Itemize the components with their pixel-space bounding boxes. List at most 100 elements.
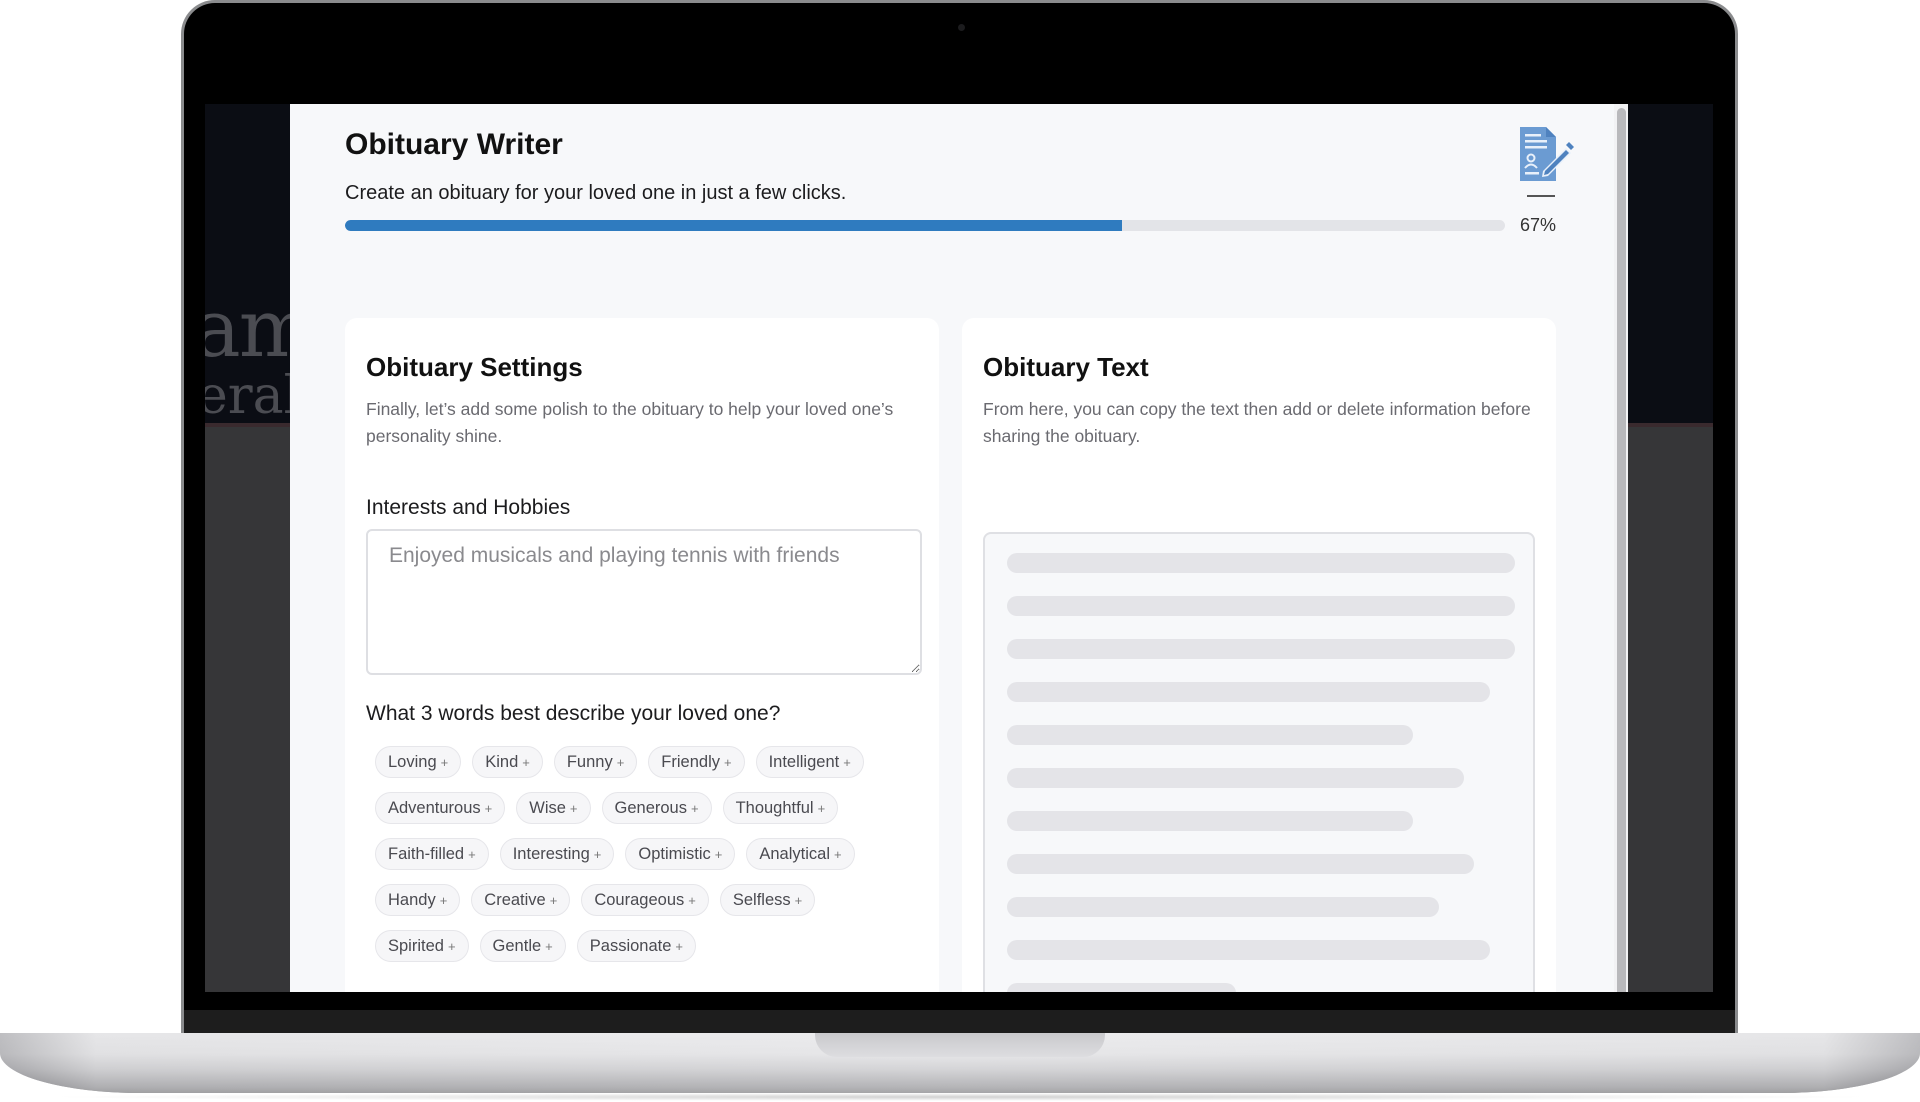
skeleton-line [1007,553,1515,573]
skeleton-line [1007,725,1413,745]
word-chip-funny[interactable]: Funny + [553,746,638,778]
skeleton-line [1007,596,1515,616]
skeleton-line [1007,897,1439,917]
word-chip-row: Handy + Creative + Courageous + Selfless + [375,884,915,916]
chip-label: Intelligent [768,752,840,771]
plus-icon: + [484,800,493,816]
plus-icon: + [616,754,625,770]
chip-label: Selfless [732,890,791,909]
hero-subtext-partial: eral [205,366,301,426]
progress-percent: 67% [1520,215,1557,235]
plus-icon: + [569,800,578,816]
plus-icon: + [440,754,449,770]
scrollbar-thumb[interactable] [1617,108,1626,992]
plus-icon: + [549,892,558,908]
chip-label: Thoughtful [735,798,814,817]
laptop-hinge [184,1010,1735,1034]
plus-icon: + [714,846,723,862]
word-chip-row: Faith-filled + Interesting + Optimistic + Anal… [375,838,915,870]
plus-icon: + [723,754,732,770]
icon-divider [1527,195,1555,197]
laptop-shadow [40,1093,1880,1101]
chip-label: Gentle [492,936,542,955]
skeleton-line [1007,639,1515,659]
word-chip-row: Spirited + Gentle + Passionate + [375,930,915,962]
word-chip-adventurous[interactable]: Adventurous + [375,792,506,824]
skeleton-line [1007,811,1413,831]
plus-icon: + [690,800,699,816]
skeleton-line [1007,682,1490,702]
word-chip-row: Loving + Kind + Funny + Friendly + Intelligent + [375,746,915,778]
word-chip-generous[interactable]: Generous + [601,792,712,824]
page-title: Obituary Writer [345,128,563,161]
obituary-settings-card: Obituary Settings Finally, let’s add som… [345,318,939,992]
settings-title: Obituary Settings [366,352,583,382]
skeleton-line [1007,768,1464,788]
skeleton-line [1007,854,1474,874]
plus-icon: + [675,938,683,954]
page-top-bar [205,44,1713,104]
chip-label: Passionate [589,936,672,955]
word-chip-creative[interactable]: Creative + [471,884,571,916]
modal-scrollbar[interactable] [1614,104,1628,992]
word-chip-handy[interactable]: Handy + [375,884,461,916]
skeleton-line [1007,983,1236,992]
output-description: From here, you can copy the text then ad… [983,399,1531,446]
word-chip-optimistic[interactable]: Optimistic + [625,838,736,870]
word-chip-kind[interactable]: Kind + [472,746,543,778]
word-chip-intelligent[interactable]: Intelligent + [755,746,864,778]
plus-icon: + [817,800,826,816]
word-chip-courageous[interactable]: Courageous + [581,884,709,916]
word-chip-list: Loving + Kind + Funny + Friendly + Intelligent + A… [375,746,915,976]
words-label: What 3 words best describe your loved on… [366,702,781,725]
chip-label: Spirited [388,936,444,955]
word-chip-row: Adventurous + Wise + Generous + Thoughtful + [375,792,915,824]
document-edit-icon [1520,127,1574,181]
chip-label: Courageous [594,890,685,909]
word-chip-gentle[interactable]: Gentle + [479,930,566,962]
plus-icon: + [447,938,456,954]
plus-icon: + [843,754,851,770]
laptop-opening-notch [815,1033,1105,1057]
word-chip-wise[interactable]: Wise + [516,792,591,824]
word-chip-selfless[interactable]: Selfless + [719,884,816,916]
plus-icon: + [688,892,696,908]
skeleton-line [1007,940,1490,960]
word-chip-faith-filled[interactable]: Faith-filled + [375,838,489,870]
word-chip-passionate[interactable]: Passionate + [576,930,696,962]
chip-label: Creative [484,890,546,909]
chip-label: Loving [388,752,437,771]
word-chip-interesting[interactable]: Interesting + [499,838,615,870]
output-title: Obituary Text [983,352,1149,382]
chip-label: Faith-filled [388,844,465,863]
plus-icon: + [593,846,602,862]
plus-icon: + [468,846,476,862]
chip-label: Funny [566,752,613,771]
settings-description: Finally, let’s add some polish to the ob… [366,399,894,446]
camera-icon [958,24,965,31]
obituary-text-output[interactable] [983,532,1535,992]
chip-label: Adventurous [388,798,481,817]
word-chip-spirited[interactable]: Spirited + [375,930,469,962]
obituary-writer-modal: Obituary Writer Create an obituary for y… [290,104,1628,992]
page-subtitle: Create an obituary for your loved one in… [345,182,847,204]
plus-icon: + [834,846,842,862]
chip-label: Wise [529,798,566,817]
progress-bar-fill [345,220,1123,231]
plus-icon: + [439,892,448,908]
chip-label: Analytical [759,844,830,863]
word-chip-friendly[interactable]: Friendly + [648,746,745,778]
word-chip-analytical[interactable]: Analytical + [746,838,855,870]
chip-label: Friendly [661,752,720,771]
chip-label: Generous [614,798,687,817]
word-chip-loving[interactable]: Loving + [375,746,462,778]
chip-label: Interesting [512,844,590,863]
interests-label: Interests and Hobbies [366,496,571,519]
chip-label: Optimistic [638,844,711,863]
plus-icon: + [545,938,553,954]
laptop-screen: am eral Obituary Writer Create an obitua… [205,44,1713,992]
word-chip-thoughtful[interactable]: Thoughtful + [722,792,839,824]
interests-input[interactable] [366,529,922,675]
obituary-text-card: Obituary Text From here, you can copy th… [962,318,1556,992]
chip-label: Handy [388,890,436,909]
